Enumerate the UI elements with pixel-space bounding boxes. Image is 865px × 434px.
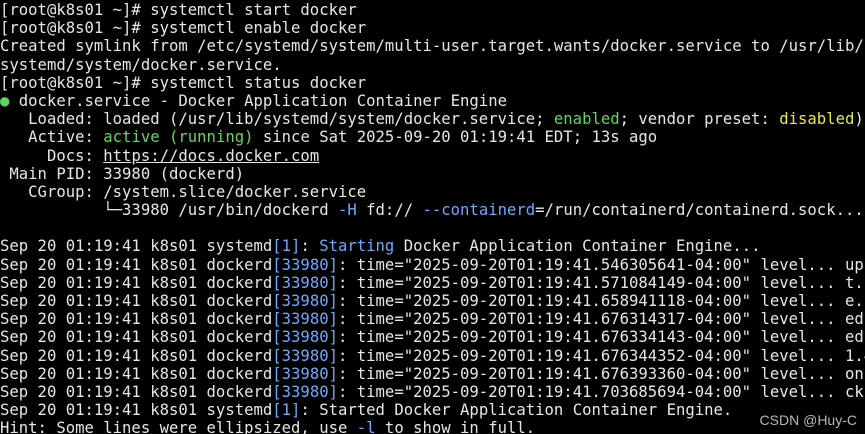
- log-pid: [33980]: [272, 292, 338, 310]
- log-prefix: Sep 20 01:19:41 k8s01 dockerd: [0, 346, 273, 365]
- log-pid: [33980]: [272, 255, 338, 274]
- flag-containerd: --containerd: [422, 201, 536, 220]
- terminal-line-hint: Hint: Some lines were ellipsized, use -l…: [0, 419, 865, 434]
- log-line: Sep 20 01:19:41 k8s01 dockerd[33980]: ti…: [0, 274, 865, 292]
- hint-text-end: to show in full.: [375, 419, 536, 434]
- log-message: : time="2025-09-20T01:19:41.703685694-04…: [337, 382, 808, 401]
- log-prefix: Sep 20 01:19:41 k8s01 dockerd: [0, 255, 273, 274]
- flag-H: -H: [337, 201, 357, 220]
- main-pid-text: Main PID: 33980 (dockerd): [0, 164, 245, 183]
- terminal-line-loaded: Loaded: loaded (/usr/lib/systemd/system/…: [0, 110, 865, 128]
- terminal-line-symlink-1: Created symlink from /etc/systemd/system…: [0, 37, 865, 55]
- log-line: Sep 20 01:19:41 k8s01 dockerd[33980]: ti…: [0, 365, 865, 383]
- terminal-line-prompt-enable: [root@k8s01 ~]# systemctl enable docker: [0, 19, 865, 37]
- ellipsis: ...: [732, 237, 761, 256]
- docs-link[interactable]: https://docs.docker.com: [103, 147, 319, 165]
- docs-label: Docs:: [0, 146, 104, 165]
- command-text: [root@k8s01 ~]# systemctl enable docker: [0, 19, 367, 38]
- log-line: Sep 20 01:19:41 k8s01 dockerd[33980]: ti…: [0, 256, 865, 274]
- starting-word: Starting: [319, 237, 395, 256]
- log-pid: [33980]: [272, 273, 338, 292]
- containerd-sock: =/run/containerd/containerd.sock: [535, 201, 836, 220]
- terminal-line-main-pid: Main PID: 33980 (dockerd): [0, 165, 865, 183]
- terminal-line-prompt-start: [root@k8s01 ~]# systemctl start docker: [0, 1, 865, 19]
- cgroup-text: CGroup: /system.slice/docker.service: [0, 182, 367, 201]
- log-tail: ... on": [807, 364, 865, 383]
- log-pid: [33980]: [272, 346, 338, 365]
- log-tail: ... ed": [807, 310, 865, 329]
- hint-text: Hint: Some lines were ellipsized, use: [0, 419, 357, 434]
- terminal-line-cgroup: CGroup: /system.slice/docker.service: [0, 183, 865, 201]
- terminal-line-symlink-2: systemd/system/docker.service.: [0, 56, 865, 74]
- log-pid: [33980]: [272, 364, 338, 383]
- terminal-line-log-starting: Sep 20 01:19:41 k8s01 systemd[1]: Starti…: [0, 237, 761, 256]
- terminal-line-active: Active: active (running) since Sat 2025-…: [0, 128, 865, 146]
- log-message: : time="2025-09-20T01:19:41.676314317-04…: [337, 310, 808, 329]
- log-tail: ... 1.4: [807, 346, 865, 365]
- log-prefix: Sep 20 01:19:41 k8s01 dockerd: [0, 364, 273, 383]
- terminal-line-docs: Docs: https://docs.docker.com: [0, 147, 865, 165]
- log-tail: ... t.": [807, 273, 865, 292]
- log-message: : time="2025-09-20T01:19:41.676334143-04…: [337, 328, 808, 347]
- log-prefix: Sep 20 01:19:41 k8s01 dockerd: [0, 292, 273, 310]
- service-title: docker.service - Docker Application Cont…: [9, 91, 507, 110]
- log-pid: [1]: [272, 237, 301, 256]
- terminal-window[interactable]: [root@k8s01 ~]# systemctl start docker […: [0, 0, 865, 434]
- terminal-line-service-title: ● docker.service - Docker Application Co…: [0, 92, 865, 110]
- log-line: Sep 20 01:19:41 k8s01 dockerd[33980]: ti…: [0, 292, 865, 310]
- log-line: Sep 20 01:19:41 k8s01 dockerd[33980]: ti…: [0, 328, 865, 346]
- ellipsis: ...: [835, 201, 864, 220]
- log-prefix: Sep 20 01:19:41 k8s01 dockerd: [0, 382, 273, 401]
- log-message: : time="2025-09-20T01:19:41.676393360-04…: [337, 364, 808, 383]
- active-status: active (running): [103, 128, 254, 147]
- fd-arg: fd://: [356, 201, 423, 220]
- log-tail: ... ck": [807, 382, 865, 401]
- hint-flag: -l: [356, 419, 376, 434]
- active-label: Active:: [0, 128, 104, 147]
- log-prefix: Sep 20 01:19:41 k8s01 dockerd: [0, 310, 273, 329]
- process-path: └─33980 /usr/bin/dockerd: [0, 201, 338, 220]
- log-message: Docker Application Container Engine: [394, 237, 733, 256]
- log-pid: [1]: [272, 401, 301, 420]
- log-message: : time="2025-09-20T01:19:41.571084149-04…: [337, 273, 808, 292]
- enabled-status: enabled: [553, 110, 620, 129]
- log-line: Sep 20 01:19:41 k8s01 dockerd[33980]: ti…: [0, 347, 865, 365]
- status-dot-icon: ●: [0, 91, 10, 110]
- log-pid: [33980]: [272, 310, 338, 329]
- active-since: since Sat 2025-09-20 01:19:41 EDT; 13s a…: [253, 128, 658, 147]
- close-paren: ): [854, 110, 864, 129]
- log-tail: ... ed": [807, 328, 865, 347]
- log-pid: [33980]: [272, 382, 338, 401]
- log-message: : time="2025-09-20T01:19:41.676344352-04…: [337, 346, 808, 365]
- log-prefix: Sep 20 01:19:41 k8s01 systemd: [0, 237, 273, 256]
- output-text: systemd/system/docker.service.: [0, 55, 282, 74]
- log-prefix: Sep 20 01:19:41 k8s01 dockerd: [0, 328, 273, 347]
- log-tail: ... up": [807, 255, 865, 274]
- log-message: : time="2025-09-20T01:19:41.658941118-04…: [337, 292, 808, 310]
- log-prefix: Sep 20 01:19:41 k8s01 systemd: [0, 401, 273, 420]
- terminal-line-prompt-status: [root@k8s01 ~]# systemctl status docker: [0, 74, 865, 92]
- log-message: : Started Docker Application Container E…: [300, 401, 733, 420]
- terminal-line-cgroup-process: └─33980 /usr/bin/dockerd -H fd:// --cont…: [0, 201, 865, 219]
- watermark: CSDN @Huy-C: [757, 412, 859, 428]
- log-message: : time="2025-09-20T01:19:41.546305641-04…: [337, 255, 808, 274]
- loaded-label: Loaded: loaded (/usr/lib/systemd/system/…: [0, 110, 554, 129]
- disabled-status: disabled: [779, 110, 855, 129]
- output-text: Created symlink from /etc/systemd/system…: [0, 37, 864, 56]
- log-line: Sep 20 01:19:41 k8s01 dockerd[33980]: ti…: [0, 310, 865, 328]
- command-text: [root@k8s01 ~]# systemctl status docker: [0, 73, 367, 92]
- log-pid: [33980]: [272, 328, 338, 347]
- log-tail: ... e.": [807, 292, 865, 310]
- command-text: [root@k8s01 ~]# systemctl start docker: [0, 1, 357, 19]
- vendor-preset-label: ; vendor preset:: [619, 110, 780, 129]
- terminal-line-log-started: Sep 20 01:19:41 k8s01 systemd[1]: Starte…: [0, 401, 865, 419]
- log-line: Sep 20 01:19:41 k8s01 dockerd[33980]: ti…: [0, 383, 865, 401]
- log-prefix: Sep 20 01:19:41 k8s01 dockerd: [0, 273, 273, 292]
